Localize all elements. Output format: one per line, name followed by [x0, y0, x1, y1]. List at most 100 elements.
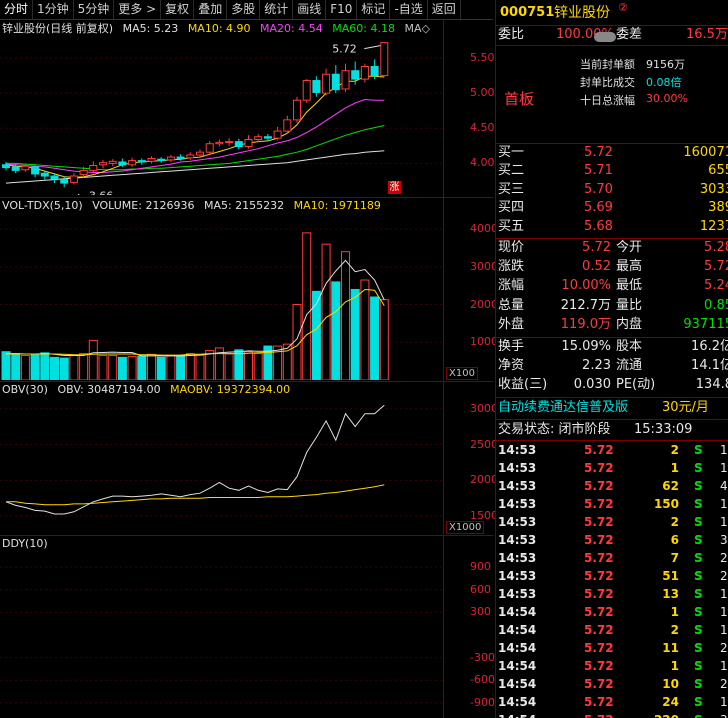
candle[interactable]: [128, 157, 137, 167]
tick-row[interactable]: 14:53 5.72 2 S 1: [496, 441, 728, 459]
tick-row[interactable]: 14:53 5.72 6 S 3: [496, 531, 728, 549]
candle[interactable]: [69, 173, 78, 185]
volume-bar[interactable]: [253, 353, 263, 380]
candle[interactable]: [186, 152, 195, 160]
tick-row[interactable]: 14:54 5.72 2 S 1: [496, 621, 728, 639]
volume-bar[interactable]: [147, 353, 156, 380]
toolbar-btn-5[interactable]: 叠加: [194, 0, 228, 19]
tick-row[interactable]: 14:54 5.72 24 S 1: [496, 693, 728, 711]
volume-bar[interactable]: [69, 354, 79, 380]
candle[interactable]: [360, 63, 369, 83]
bid-row[interactable]: 买二 5.71 655: [496, 162, 728, 180]
candle[interactable]: [31, 165, 40, 178]
volume-bar[interactable]: [341, 251, 350, 380]
tick-row[interactable]: 14:54 5.72 1 S 1: [496, 603, 728, 621]
volume-bar[interactable]: [156, 356, 166, 380]
volume-bar[interactable]: [176, 354, 186, 380]
ad-banner[interactable]: 自动续费通达信普及版 30元/月: [496, 398, 728, 418]
tick-row[interactable]: 14:54 5.72 10 S 2: [496, 675, 728, 693]
volume-bar[interactable]: [117, 356, 127, 380]
volume-bar[interactable]: [185, 353, 195, 380]
volume-bar[interactable]: [40, 352, 50, 380]
volume-bar[interactable]: [50, 356, 59, 380]
volume-bar[interactable]: [11, 353, 21, 380]
toolbar-btn-10[interactable]: 标记: [357, 0, 391, 19]
toolbar-btn-3[interactable]: 更多 >: [114, 0, 162, 19]
volume-bar[interactable]: [234, 349, 244, 380]
volume-bar[interactable]: [137, 355, 147, 380]
candle[interactable]: [312, 76, 321, 97]
volume-bar[interactable]: [166, 355, 176, 380]
bid-row[interactable]: 买四 5.69 389: [496, 199, 728, 217]
candle[interactable]: [60, 176, 69, 188]
volume-bar[interactable]: [311, 290, 321, 380]
kline-chart[interactable]: 5.72 ← 3.66: [0, 37, 443, 195]
tick-row[interactable]: 14:53 5.72 13 S 1: [496, 585, 728, 603]
volume-bar[interactable]: [205, 350, 215, 380]
tick-row[interactable]: 14:54 5.72 11 S 2: [496, 639, 728, 657]
candle[interactable]: [205, 140, 214, 155]
volume-bar[interactable]: [244, 351, 253, 380]
volume-bar[interactable]: [360, 279, 370, 380]
toolbar-btn-1[interactable]: 1分钟: [33, 0, 74, 19]
volume-bar[interactable]: [1, 351, 11, 380]
volume-bar[interactable]: [108, 354, 118, 380]
volume-bar[interactable]: [20, 354, 30, 380]
candle[interactable]: [331, 65, 340, 94]
obv-chart[interactable]: [0, 398, 443, 534]
candle[interactable]: [99, 159, 107, 169]
stock-header[interactable]: 000751 锌业股份 ②: [496, 1, 728, 24]
tick-row[interactable]: 14:54 5.72 1 S 1: [496, 657, 728, 675]
candle[interactable]: [225, 138, 234, 146]
volume-chart[interactable]: [0, 214, 443, 380]
ddy-chart[interactable]: [0, 552, 443, 718]
volume-bar[interactable]: [379, 299, 389, 380]
volume-bar[interactable]: [302, 232, 312, 380]
tick-row[interactable]: 14:53 5.72 62 S 4: [496, 477, 728, 495]
tick-row[interactable]: 14:53 5.72 51 S 2: [496, 567, 728, 585]
candle[interactable]: [157, 157, 166, 163]
tick-row[interactable]: 14:53 5.72 150 S 1: [496, 495, 728, 513]
bid-row[interactable]: 买三 5.70 3033: [496, 181, 728, 199]
candle[interactable]: [322, 68, 331, 96]
toolbar-btn-11[interactable]: -自选: [390, 0, 428, 19]
toolbar-btn-2[interactable]: 5分钟: [74, 0, 115, 19]
bid-row[interactable]: 买五 5.68 1237: [496, 218, 728, 236]
volume-bar[interactable]: [370, 296, 380, 380]
volume-bar[interactable]: [79, 353, 89, 380]
tick-row[interactable]: 14:53 5.72 1 S 1: [496, 459, 728, 477]
volume-bar[interactable]: [321, 243, 331, 380]
toolbar-btn-0[interactable]: 分时: [0, 0, 34, 19]
kline-ma-more[interactable]: MA◇: [404, 22, 429, 35]
candle[interactable]: [234, 138, 243, 150]
volume-bar[interactable]: [195, 354, 205, 380]
volume-bar[interactable]: [59, 357, 69, 380]
candle[interactable]: [293, 96, 301, 123]
candle[interactable]: [341, 63, 350, 92]
toolbar-btn-9[interactable]: F10: [326, 0, 358, 19]
bid-row[interactable]: 买一 5.72 160071: [496, 144, 728, 162]
volume-bar[interactable]: [98, 354, 108, 380]
candle[interactable]: [215, 139, 224, 147]
toolbar-btn-4[interactable]: 复权: [161, 0, 195, 19]
tick-row[interactable]: 14:53 5.72 7 S 2: [496, 549, 728, 567]
candle[interactable]: [283, 115, 292, 134]
toolbar-btn-6[interactable]: 多股: [227, 0, 261, 19]
candle[interactable]: [147, 156, 156, 164]
tick-row[interactable]: 14:54 5.72 220 S 3: [496, 711, 728, 718]
volume-bar[interactable]: [350, 288, 360, 380]
toolbar-btn-8[interactable]: 画线: [293, 0, 327, 19]
volume-bar[interactable]: [88, 339, 98, 380]
candle[interactable]: [302, 79, 311, 104]
candle[interactable]: [166, 154, 175, 162]
volume-bar[interactable]: [30, 353, 40, 380]
candle[interactable]: [380, 42, 389, 77]
tick-row[interactable]: 14:53 5.72 2 S 1: [496, 513, 728, 531]
toolbar-btn-7[interactable]: 统计: [260, 0, 294, 19]
tick-list[interactable]: 14:53 5.72 2 S 1 14:53 5.72 1 S 1 14:53 5.72 62 S 4 14:…: [496, 441, 728, 718]
volume-bar[interactable]: [331, 281, 341, 380]
candle[interactable]: [108, 159, 117, 167]
volume-bar[interactable]: [127, 356, 137, 380]
candle[interactable]: [244, 135, 253, 149]
candle[interactable]: [273, 126, 282, 141]
